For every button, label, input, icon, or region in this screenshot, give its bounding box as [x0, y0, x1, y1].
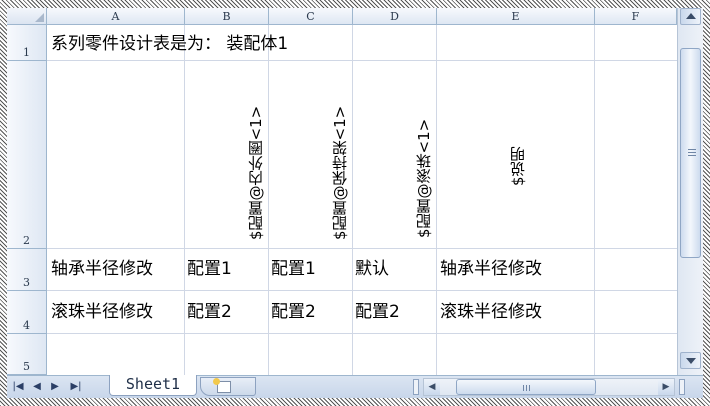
grip-line [526, 385, 527, 391]
scroll-up-button[interactable] [680, 8, 701, 25]
row-number: 4 [23, 319, 30, 332]
cell-c2[interactable]: $配置@保持架<1> [329, 70, 350, 240]
vertical-scrollbar[interactable] [677, 8, 703, 375]
cell-d3[interactable]: 默认 [355, 261, 389, 278]
last-sheet-icon[interactable]: ▶| [65, 380, 87, 394]
select-all-button[interactable] [7, 8, 47, 25]
grip-line [688, 149, 696, 150]
cell-b2[interactable]: $配置@内外圈<1> [245, 70, 266, 240]
prev-sheet-icon[interactable]: ◀ [29, 380, 45, 394]
row-header-1[interactable]: 1 [7, 25, 47, 61]
sheet-tab-bar: |◀ ◀ ▶ ▶| Sheet1 ◀ ▶ [7, 375, 703, 398]
column-header-e[interactable]: E [437, 8, 595, 25]
row-header-2[interactable]: 2 [7, 61, 47, 249]
grip-line [523, 385, 524, 391]
column-header-d[interactable]: D [353, 8, 437, 25]
column-header-f[interactable]: F [595, 8, 677, 25]
row-number: 2 [23, 234, 30, 247]
cell-a3[interactable]: 轴承半径修改 [51, 261, 153, 278]
cell-a1[interactable]: 系列零件设计表是为： 装配体1 [51, 36, 288, 53]
select-all-triangle-icon [35, 13, 44, 22]
cell-b3[interactable]: 配置1 [187, 261, 232, 278]
first-sheet-icon[interactable]: |◀ [10, 380, 26, 394]
vertical-split-handle[interactable] [679, 379, 685, 395]
horizontal-scrollbar[interactable]: ◀ ▶ [423, 378, 675, 396]
tab-sheet1[interactable]: Sheet1 [109, 375, 197, 396]
insert-worksheet-icon [213, 378, 231, 393]
cell-c4[interactable]: 配置2 [271, 304, 316, 321]
gridline-vertical [268, 25, 269, 375]
column-header-a[interactable]: A [47, 8, 185, 25]
cell-d2[interactable]: $配置@滚珠<1> [413, 78, 434, 238]
gridline-vertical [594, 25, 595, 375]
scroll-left-icon[interactable]: ◀ [424, 379, 440, 395]
cell-c3[interactable]: 配置1 [271, 261, 316, 278]
grip-line [529, 385, 530, 391]
arrow-down-icon [686, 358, 696, 364]
row-header-3[interactable]: 3 [7, 249, 47, 291]
gridline-horizontal [47, 333, 677, 334]
spreadsheet-window: A B C D E F 1 2 3 4 5 系列零件设计表是为： 装配体1 $配… [7, 8, 703, 398]
tab-split-handle[interactable] [413, 379, 419, 395]
insert-worksheet-button[interactable] [200, 377, 256, 396]
row-number: 3 [23, 276, 30, 289]
gridline-horizontal [47, 248, 677, 249]
row-number: 5 [23, 360, 30, 373]
grip-line [688, 155, 696, 156]
horizontal-scroll-thumb[interactable] [456, 379, 596, 395]
arrow-up-icon [686, 13, 696, 19]
column-header-b[interactable]: B [185, 8, 269, 25]
cell-b4[interactable]: 配置2 [187, 304, 232, 321]
gridline-vertical [352, 25, 353, 375]
gridline-horizontal [47, 60, 677, 61]
vertical-scroll-thumb[interactable] [680, 48, 701, 258]
gridline-vertical [184, 25, 185, 375]
scroll-down-button[interactable] [680, 352, 701, 369]
row-number: 1 [23, 46, 30, 59]
grip-line [688, 152, 696, 153]
row-header-4[interactable]: 4 [7, 291, 47, 334]
cell-d4[interactable]: 配置2 [355, 304, 400, 321]
cell-a4[interactable]: 滚珠半径修改 [51, 304, 153, 321]
column-header-c[interactable]: C [269, 8, 353, 25]
cell-e4[interactable]: 滚珠半径修改 [440, 304, 542, 321]
gridline-vertical [436, 25, 437, 375]
row-header-5[interactable]: 5 [7, 334, 47, 375]
scroll-right-icon[interactable]: ▶ [658, 379, 674, 395]
cell-e3[interactable]: 轴承半径修改 [440, 261, 542, 278]
next-sheet-icon[interactable]: ▶ [47, 380, 63, 394]
gridline-horizontal [47, 290, 677, 291]
cell-e2[interactable]: $说明 [507, 126, 528, 186]
